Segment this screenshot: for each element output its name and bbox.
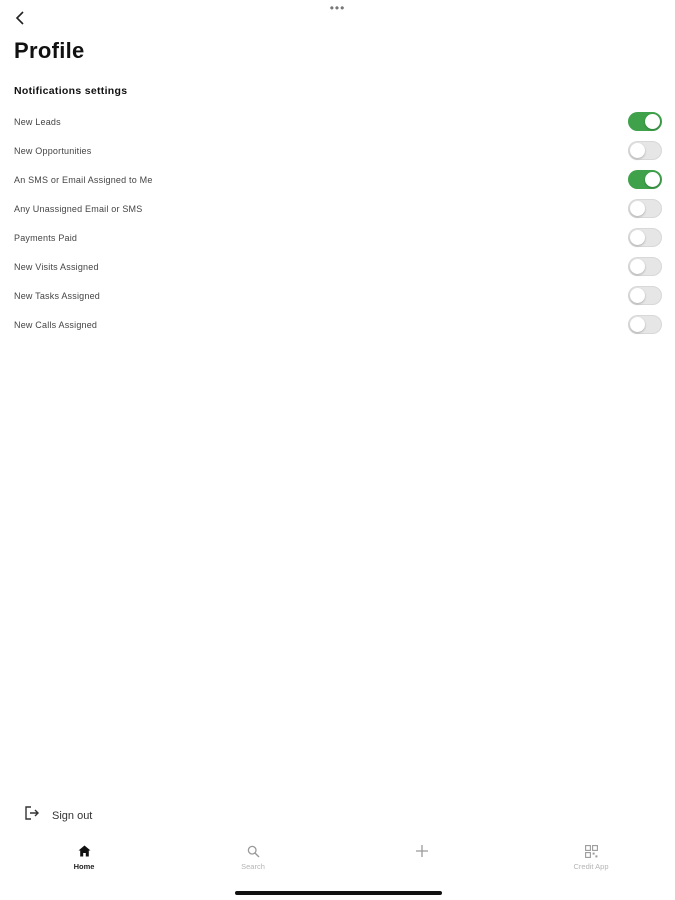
toggle-knob (630, 288, 645, 303)
setting-row-new-opportunities: New Opportunities (0, 136, 675, 165)
tab-bar: Home Search Credit App (0, 842, 675, 876)
setting-label: Payments Paid (14, 232, 78, 243)
plus-icon (415, 842, 429, 860)
sign-out-button[interactable]: Sign out (24, 806, 92, 825)
setting-row-new-tasks: New Tasks Assigned (0, 281, 675, 310)
tab-search[interactable]: Search (169, 842, 337, 876)
toggle-new-visits[interactable] (628, 257, 662, 276)
back-button[interactable] (10, 10, 30, 30)
toggle-payments-paid[interactable] (628, 228, 662, 247)
toggle-knob (630, 317, 645, 332)
search-icon (247, 842, 260, 860)
toggle-unassigned-email-sms[interactable] (628, 199, 662, 218)
setting-row-new-leads: New Leads (0, 107, 675, 136)
page-title: Profile (14, 38, 85, 63)
tab-label: Credit App (573, 862, 609, 871)
setting-label: New Visits Assigned (14, 261, 99, 272)
tab-label: Home (73, 862, 95, 871)
sign-out-label: Sign out (52, 809, 93, 822)
setting-row-new-visits: New Visits Assigned (0, 252, 675, 281)
tab-add[interactable] (338, 842, 506, 876)
tab-home[interactable]: Home (0, 842, 168, 876)
toggle-knob (630, 230, 645, 245)
setting-label: New Tasks Assigned (14, 290, 100, 301)
setting-label: New Leads (14, 116, 61, 127)
toggle-knob (630, 143, 645, 158)
setting-label: Any Unassigned Email or SMS (14, 203, 143, 214)
sign-out-icon (24, 806, 40, 825)
setting-label: New Opportunities (14, 145, 92, 156)
toggle-knob (645, 172, 660, 187)
toggle-knob (630, 259, 645, 274)
home-indicator (235, 891, 442, 895)
toggle-knob (630, 201, 645, 216)
setting-label: New Calls Assigned (14, 319, 98, 330)
tab-label: Search (241, 862, 265, 871)
setting-row-sms-email-assigned: An SMS or Email Assigned to Me (0, 165, 675, 194)
setting-label: An SMS or Email Assigned to Me (14, 174, 153, 185)
toggle-new-leads[interactable] (628, 112, 662, 131)
notifications-section-title: Notifications settings (14, 85, 128, 97)
toggle-new-tasks[interactable] (628, 286, 662, 305)
home-icon (78, 842, 91, 860)
chevron-left-icon (15, 10, 25, 30)
tab-credit-app[interactable]: Credit App (507, 842, 675, 876)
qr-code-icon (584, 842, 598, 860)
window-dots[interactable]: ••• (0, 2, 675, 14)
notifications-list: New Leads New Opportunities An SMS or Em… (0, 107, 675, 339)
setting-row-unassigned-email-sms: Any Unassigned Email or SMS (0, 194, 675, 223)
toggle-new-opportunities[interactable] (628, 141, 662, 160)
setting-row-new-calls: New Calls Assigned (0, 310, 675, 339)
toggle-knob (645, 114, 660, 129)
toggle-new-calls[interactable] (628, 315, 662, 334)
toggle-sms-email-assigned[interactable] (628, 170, 662, 189)
setting-row-payments-paid: Payments Paid (0, 223, 675, 252)
